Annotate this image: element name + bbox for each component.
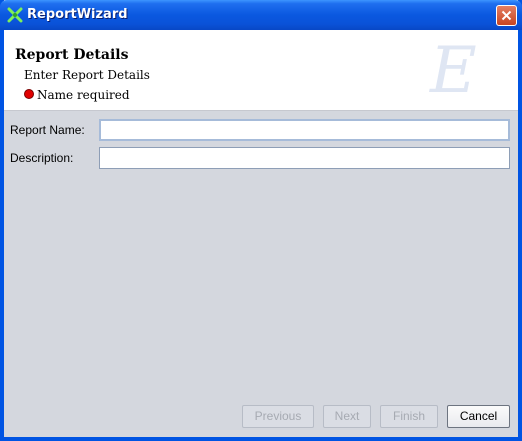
page-subtitle: Enter Report Details	[24, 68, 150, 82]
title-bar[interactable]: ReportWizard	[0, 0, 522, 30]
watermark-logo: E	[430, 34, 477, 108]
report-name-input[interactable]	[99, 119, 510, 141]
next-button[interactable]: Next	[323, 405, 371, 428]
previous-button[interactable]: Previous	[242, 405, 314, 428]
finish-button[interactable]: Finish	[380, 405, 438, 428]
page-title: Report Details	[15, 47, 129, 63]
report-wizard-window: ReportWizard E Report Details Enter Repo…	[0, 0, 522, 441]
cancel-button[interactable]: Cancel	[447, 405, 510, 428]
app-icon	[7, 7, 23, 23]
description-label: Description:	[10, 151, 74, 165]
validation-message-text: Name required	[37, 88, 130, 102]
close-button[interactable]	[496, 5, 517, 26]
error-icon	[24, 89, 34, 99]
window-title: ReportWizard	[27, 7, 128, 22]
description-input[interactable]	[99, 147, 510, 169]
wizard-header: E Report Details Enter Report Details Na…	[4, 30, 518, 111]
close-icon	[501, 10, 512, 21]
validation-message: Name required	[24, 88, 130, 102]
report-name-label: Report Name:	[10, 123, 85, 137]
